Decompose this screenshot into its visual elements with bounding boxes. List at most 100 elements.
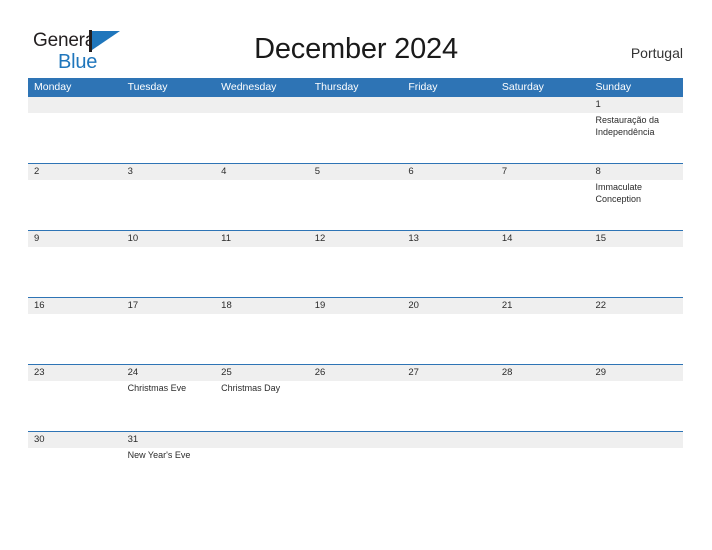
- region-label: Portugal: [630, 45, 683, 61]
- day-event: [215, 180, 309, 182]
- day-number: 29: [595, 367, 607, 378]
- day-number-band: 23: [28, 365, 122, 381]
- day-cell[interactable]: 16: [28, 298, 122, 364]
- day-cell[interactable]: 29: [589, 365, 684, 431]
- week-row: 23 24 Christmas Eve 25 Christmas Day 26 27…: [28, 364, 684, 431]
- day-number: 1: [595, 99, 601, 110]
- day-number-band: 6: [402, 164, 496, 180]
- day-cell[interactable]: 23: [28, 365, 122, 431]
- day-cell[interactable]: 17: [121, 298, 216, 364]
- day-number-band: 27: [402, 365, 496, 381]
- day-cell[interactable]: 30: [28, 432, 122, 497]
- day-cell[interactable]: [308, 97, 403, 163]
- day-number-band: [215, 432, 309, 448]
- day-cell[interactable]: 1 Restauração da Independência: [589, 97, 684, 163]
- day-event: [589, 381, 683, 383]
- day-cell[interactable]: 25 Christmas Day: [215, 365, 309, 431]
- day-cell[interactable]: 31 New Year's Eve: [121, 432, 216, 497]
- day-cell[interactable]: 11: [215, 231, 309, 297]
- page-title: December 2024: [254, 33, 458, 65]
- day-event: [309, 247, 403, 249]
- day-number: 20: [408, 300, 419, 311]
- day-cell[interactable]: 26: [308, 365, 403, 431]
- day-cell[interactable]: [589, 432, 684, 497]
- weekday-header-row: Monday Tuesday Wednesday Thursday Friday…: [28, 78, 683, 96]
- day-number-band: [28, 97, 122, 113]
- day-cell[interactable]: [308, 432, 403, 497]
- day-cell[interactable]: 21: [495, 298, 590, 364]
- day-cell[interactable]: 9: [28, 231, 122, 297]
- day-cell[interactable]: [215, 97, 309, 163]
- day-event: [496, 113, 590, 115]
- day-cell[interactable]: [495, 432, 590, 497]
- day-number-band: 2: [28, 164, 122, 180]
- day-event: [309, 314, 403, 316]
- day-number: 25: [221, 367, 232, 378]
- calendar-grid: Monday Tuesday Wednesday Thursday Friday…: [28, 78, 684, 497]
- day-number-band: 10: [121, 231, 216, 247]
- day-number-band: [402, 432, 496, 448]
- day-cell[interactable]: 4: [215, 164, 309, 230]
- weekday-header-saturday: Saturday: [501, 81, 544, 93]
- day-event: [496, 448, 590, 450]
- day-cell[interactable]: 15: [589, 231, 684, 297]
- day-number: 12: [314, 233, 326, 244]
- calendar-page: General Blue December 2024 Portugal Mond…: [0, 0, 712, 550]
- day-number-band: 1: [589, 97, 684, 113]
- day-number: 17: [127, 300, 139, 311]
- day-cell[interactable]: 8 Immaculate Conception: [589, 164, 684, 230]
- day-cell[interactable]: 10: [121, 231, 216, 297]
- day-cell[interactable]: 5: [308, 164, 403, 230]
- day-number-band: [495, 432, 590, 448]
- day-number: 6: [408, 166, 414, 177]
- day-number-band: 9: [28, 231, 122, 247]
- day-cell[interactable]: [402, 432, 496, 497]
- day-number-band: 7: [495, 164, 590, 180]
- week-row: 30 31 New Year's Eve: [28, 431, 684, 497]
- day-event: [496, 180, 590, 182]
- day-cell[interactable]: 12: [308, 231, 403, 297]
- day-cell[interactable]: 18: [215, 298, 309, 364]
- day-number-band: 30: [28, 432, 122, 448]
- day-number: 30: [34, 434, 45, 445]
- day-cell[interactable]: [121, 97, 216, 163]
- day-event: [28, 113, 122, 115]
- day-cell[interactable]: 7: [495, 164, 590, 230]
- day-number-band: 20: [402, 298, 496, 314]
- day-event: [309, 448, 403, 450]
- weekday-header-tuesday: Tuesday: [127, 81, 168, 93]
- day-number-band: 17: [121, 298, 216, 314]
- weekday-header-sunday: Sunday: [595, 81, 632, 93]
- day-event: [309, 113, 403, 115]
- day-cell[interactable]: [28, 97, 122, 163]
- day-cell[interactable]: 3: [121, 164, 216, 230]
- day-cell[interactable]: 14: [495, 231, 590, 297]
- day-number-band: 11: [215, 231, 309, 247]
- day-cell[interactable]: 6: [402, 164, 496, 230]
- day-cell[interactable]: [402, 97, 496, 163]
- day-cell[interactable]: [215, 432, 309, 497]
- day-number-band: 22: [589, 298, 684, 314]
- day-number-band: 3: [121, 164, 216, 180]
- day-number: 13: [408, 233, 419, 244]
- day-cell[interactable]: 20: [402, 298, 496, 364]
- day-number: 31: [127, 434, 139, 445]
- week-row: 16 17 18 19 20 21 22: [28, 297, 684, 364]
- day-cell[interactable]: 2: [28, 164, 122, 230]
- week-row: 2 3 4 5 6 7 8 Immaculate Conception: [28, 163, 684, 230]
- day-number: 11: [221, 233, 232, 244]
- day-cell[interactable]: 22: [589, 298, 684, 364]
- day-cell[interactable]: 13: [402, 231, 496, 297]
- day-cell[interactable]: 24 Christmas Eve: [121, 365, 216, 431]
- day-cell[interactable]: [495, 97, 590, 163]
- day-number-band: 14: [495, 231, 590, 247]
- day-number: 19: [314, 300, 326, 311]
- day-number-band: 25: [215, 365, 309, 381]
- day-number-band: 4: [215, 164, 309, 180]
- day-cell[interactable]: 27: [402, 365, 496, 431]
- day-number: 9: [34, 233, 40, 244]
- day-event: [122, 180, 216, 182]
- day-cell[interactable]: 28: [495, 365, 590, 431]
- day-cell[interactable]: 19: [308, 298, 403, 364]
- day-number-band: 28: [495, 365, 590, 381]
